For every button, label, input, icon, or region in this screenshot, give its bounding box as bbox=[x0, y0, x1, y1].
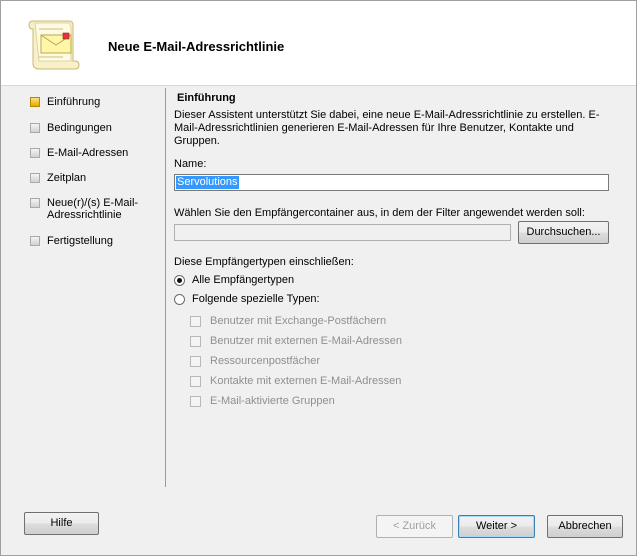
browse-button[interactable]: Durchsuchen... bbox=[518, 221, 609, 244]
email-policy-scroll-icon bbox=[28, 20, 80, 70]
step-icon bbox=[30, 236, 40, 246]
checkbox-resource-mailboxes: Ressourcenpostfächer bbox=[190, 355, 320, 367]
name-label: Name: bbox=[174, 158, 207, 170]
checkbox-label: Benutzer mit Exchange-Postfächern bbox=[210, 315, 387, 327]
nav-step-einfuehrung: Einführung bbox=[30, 96, 160, 108]
nav-divider bbox=[165, 88, 166, 487]
checkbox-label: Ressourcenpostfächer bbox=[210, 355, 321, 367]
nav-step-label: Neue(r)/(s) E-Mail-Adressrichtlinie bbox=[47, 197, 139, 221]
recipient-types-label: Diese Empfängertypen einschließen: bbox=[174, 256, 354, 268]
radio-all-recipient-types[interactable]: Alle Empfängertypen bbox=[174, 274, 294, 286]
nav-step-bedingungen: Bedingungen bbox=[30, 122, 160, 134]
step-icon bbox=[30, 173, 40, 183]
nav-step-zeitplan: Zeitplan bbox=[30, 172, 160, 184]
checkbox-label: E-Mail-aktivierte Gruppen bbox=[210, 395, 335, 407]
name-input-value: Servolutions bbox=[176, 176, 239, 189]
step-icon bbox=[30, 148, 40, 158]
nav-step-label: Bedingungen bbox=[47, 122, 112, 134]
checkbox bbox=[190, 335, 201, 347]
cancel-button[interactable]: Abbrechen bbox=[547, 515, 623, 538]
radio-specific-types[interactable]: Folgende spezielle Typen: bbox=[174, 293, 320, 305]
wizard-header: Neue E-Mail-Adressrichtlinie bbox=[1, 1, 636, 86]
name-input[interactable]: Servolutions bbox=[174, 174, 609, 191]
checkbox-exchange-mailbox-users: Benutzer mit Exchange-Postfächern bbox=[190, 315, 386, 327]
checkbox-label: Kontakte mit externen E-Mail-Adressen bbox=[210, 375, 402, 387]
container-label: Wählen Sie den Empfängercontainer aus, i… bbox=[174, 207, 585, 219]
section-heading: Einführung bbox=[177, 92, 236, 104]
checkbox-mail-enabled-groups: E-Mail-aktivierte Gruppen bbox=[190, 395, 335, 407]
checkbox-external-email-contacts: Kontakte mit externen E-Mail-Adressen bbox=[190, 375, 401, 387]
nav-step-label: Fertigstellung bbox=[47, 235, 114, 247]
checkbox bbox=[190, 395, 201, 407]
help-button[interactable]: Hilfe bbox=[24, 512, 99, 535]
step-icon bbox=[30, 123, 40, 133]
radio-label: Alle Empfängertypen bbox=[192, 274, 295, 286]
current-step-icon bbox=[30, 97, 40, 107]
next-button[interactable]: Weiter > bbox=[458, 515, 535, 538]
nav-step-neue-richtlinie: Neue(r)/(s) E-Mail-Adressrichtlinie bbox=[30, 197, 160, 221]
nav-step-label: Zeitplan bbox=[47, 172, 87, 184]
container-input bbox=[174, 224, 511, 241]
nav-step-email-adressen: E-Mail-Adressen bbox=[30, 147, 160, 159]
intro-description: Dieser Assistent unterstützt Sie dabei, … bbox=[174, 109, 600, 147]
nav-step-label: E-Mail-Adressen bbox=[47, 147, 129, 159]
radio-button[interactable] bbox=[174, 274, 185, 286]
checkbox bbox=[190, 355, 201, 367]
checkbox bbox=[190, 375, 201, 387]
nav-step-label: Einführung bbox=[47, 96, 101, 108]
checkbox-label: Benutzer mit externen E-Mail-Adressen bbox=[210, 335, 402, 347]
radio-label: Folgende spezielle Typen: bbox=[192, 293, 320, 305]
checkbox-external-email-users: Benutzer mit externen E-Mail-Adressen bbox=[190, 335, 402, 347]
checkbox bbox=[190, 315, 201, 327]
step-icon bbox=[30, 198, 40, 208]
nav-step-fertigstellung: Fertigstellung bbox=[30, 235, 160, 247]
back-button: < Zurück bbox=[376, 515, 453, 538]
wizard-title: Neue E-Mail-Adressrichtlinie bbox=[108, 39, 285, 54]
radio-button[interactable] bbox=[174, 293, 185, 305]
